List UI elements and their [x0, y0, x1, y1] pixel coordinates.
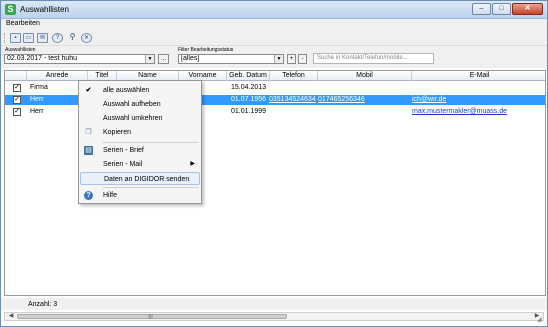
- list-select-value: 02.03.2017 - test huhu: [7, 55, 78, 62]
- status-filter-value: [alles]: [181, 55, 200, 62]
- menu-item-label: Auswahl umkehren: [103, 115, 163, 122]
- menu-item-label: Kopieren: [103, 129, 132, 136]
- help-icon: ?: [84, 191, 93, 200]
- toolbar-grip[interactable]: [4, 33, 6, 43]
- cell-anrede: Herr: [30, 108, 44, 115]
- cell-geb-datum: 01.07.1956: [231, 96, 267, 103]
- filter-area: Auswahllisten 02.03.2017 - test huhu ▼ .…: [1, 46, 547, 68]
- title-bar: S Auswahllisten – □ ✕: [1, 1, 547, 19]
- row-checkbox[interactable]: ✓: [13, 84, 21, 92]
- cell-geb-datum: 01.01.1999: [231, 108, 267, 115]
- menu-bearbeiten[interactable]: Bearbeiten: [6, 20, 40, 27]
- add-status-button[interactable]: +: [287, 54, 296, 64]
- main-window: S Auswahllisten – □ ✕ Bearbeiten ▪ ▭ ✉ ?…: [0, 0, 548, 327]
- close-button[interactable]: ✕: [512, 3, 543, 15]
- cell-telefon-link[interactable]: 035134524634: [269, 95, 316, 105]
- remove-status-button[interactable]: -: [298, 54, 307, 64]
- mail-icon[interactable]: ✉: [37, 33, 48, 43]
- menu-item-invert-selection[interactable]: Auswahl umkehren: [79, 112, 201, 125]
- chevron-down-icon[interactable]: ▼: [274, 55, 283, 63]
- row-checkbox[interactable]: ✓: [13, 96, 21, 104]
- copy-icon: ❐: [85, 129, 92, 136]
- col-header-email[interactable]: E-Mail: [412, 71, 545, 81]
- cell-anrede: Firma: [30, 84, 48, 91]
- col-header-telefon[interactable]: Telefon: [270, 71, 318, 81]
- cell-geb-datum: 15.04.2013: [231, 84, 267, 91]
- menu-item-serial-letter[interactable]: ▤ Serien - Brief: [79, 144, 201, 157]
- menu-item-copy[interactable]: ❐ Kopieren: [79, 126, 201, 139]
- menu-item-label: Hilfe: [103, 192, 118, 199]
- cell-mobil-link[interactable]: 017465256346: [318, 95, 368, 105]
- cell-email-link[interactable]: ich@wir.de: [412, 95, 542, 105]
- menu-item-serial-mail[interactable]: Serien - Mail ▶: [79, 158, 201, 171]
- menu-bar: Bearbeiten: [1, 19, 547, 30]
- row-checkbox[interactable]: ✓: [13, 108, 21, 116]
- menu-item-label: Daten an DIGIDOR senden: [104, 176, 190, 183]
- window-controls: – □ ✕: [472, 3, 543, 15]
- menu-item-label: Serien - Mail: [103, 161, 143, 168]
- context-menu: ✔ alle auswählen Auswahl aufheben Auswah…: [78, 80, 202, 204]
- list-select[interactable]: 02.03.2017 - test huhu ▼: [4, 54, 155, 64]
- minimize-button[interactable]: –: [472, 3, 491, 15]
- menu-separator: [103, 142, 199, 143]
- col-header-mobil[interactable]: Mobil: [318, 71, 412, 81]
- print-icon[interactable]: ▭: [23, 33, 34, 43]
- list-label: Auswahllisten: [5, 47, 36, 53]
- scroll-thumb[interactable]: ▥: [17, 314, 287, 320]
- grip-icon: ▥: [148, 314, 153, 320]
- status-filter-label: Filter Bearbeitungsstatus: [178, 47, 234, 53]
- check-icon: ✔: [85, 87, 92, 94]
- menu-item-select-all[interactable]: ✔ alle auswählen: [79, 84, 201, 97]
- scroll-left-icon[interactable]: ◀: [6, 313, 16, 320]
- cell-email-link[interactable]: max.mustermakler@muass.de: [412, 107, 542, 117]
- menu-item-label: alle auswählen: [103, 87, 150, 94]
- window-title: Auswahllisten: [20, 5, 69, 14]
- help-icon[interactable]: ?: [52, 33, 63, 43]
- ellipsis-button[interactable]: ...: [158, 54, 169, 64]
- close-circle-icon[interactable]: ✕: [81, 33, 92, 43]
- menu-separator: [103, 187, 199, 188]
- horizontal-scrollbar[interactable]: ◀ ▥ ▶: [4, 312, 544, 321]
- letter-icon: ▤: [84, 146, 93, 155]
- record-count: Anzahl: 3: [28, 301, 58, 308]
- menu-item-send-digidor[interactable]: Daten an DIGIDOR senden: [80, 172, 200, 185]
- app-logo-icon: S: [5, 4, 16, 15]
- status-bar: Anzahl: 3: [1, 298, 547, 310]
- resize-grip-icon[interactable]: ◢: [537, 316, 545, 324]
- status-filter-select[interactable]: [alles] ▼: [178, 54, 284, 64]
- col-header-select[interactable]: [5, 71, 27, 81]
- maximize-button[interactable]: □: [492, 3, 511, 15]
- menu-item-help[interactable]: ? Hilfe: [79, 189, 201, 202]
- search-input[interactable]: Suche in Kontakt/Telefon/mobile...: [313, 53, 434, 64]
- menu-item-label: Serien - Brief: [103, 147, 144, 154]
- submenu-arrow-icon: ▶: [190, 161, 195, 167]
- menu-item-label: Auswahl aufheben: [103, 101, 161, 108]
- toolbar: ▪ ▭ ✉ ? ⚲ ✕: [1, 30, 547, 46]
- save-icon[interactable]: ▪: [10, 33, 21, 43]
- cell-anrede: Herr: [30, 96, 44, 103]
- menu-item-clear-selection[interactable]: Auswahl aufheben: [79, 98, 201, 111]
- settings-icon[interactable]: ⚲: [67, 33, 78, 43]
- col-header-geb-datum[interactable]: Geb. Datum: [227, 71, 270, 81]
- chevron-down-icon[interactable]: ▼: [145, 55, 154, 63]
